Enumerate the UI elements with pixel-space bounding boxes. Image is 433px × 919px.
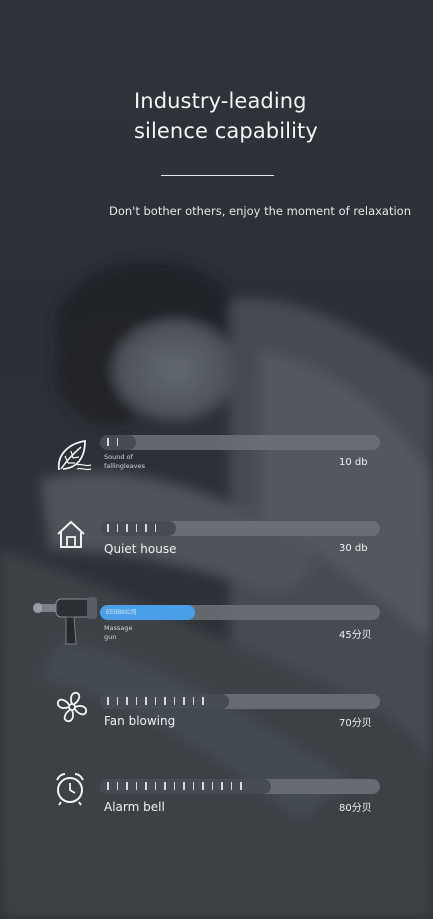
level-row-fan: Fan blowing 70分贝 xyxy=(0,688,433,748)
level-fill-fan xyxy=(100,694,229,709)
level-value-massage-gun: 45分贝 xyxy=(339,630,372,641)
headline: Industry-leading silence capability xyxy=(134,86,394,146)
level-value-alarm: 80分贝 xyxy=(339,803,372,814)
house-icon xyxy=(57,520,85,548)
headline-line-2: silence capability xyxy=(134,119,318,143)
level-row-alarm: Alarm bell 80分贝 xyxy=(0,772,433,832)
level-value-fan: 70分贝 xyxy=(339,718,372,729)
level-label-leaves: Sound of fallingleaves xyxy=(104,453,145,471)
level-label-alarm: Alarm bell xyxy=(104,800,165,814)
level-fill-house xyxy=(100,521,176,536)
level-label-leaves-line-1: Sound of xyxy=(104,453,133,461)
level-label-massage-gun-line-2: gun xyxy=(104,633,117,641)
level-bar-leaves xyxy=(100,435,380,450)
subline: Don't bother others, enjoy the moment of… xyxy=(109,204,412,218)
level-ticks xyxy=(107,438,118,447)
level-label-fan: Fan blowing xyxy=(104,714,176,728)
level-fill-alarm xyxy=(100,779,271,794)
level-label-house: Quiet house xyxy=(104,542,177,556)
headline-divider xyxy=(161,175,274,176)
level-fill-massage-gun: EE8B8公司 xyxy=(100,605,196,620)
page: Industry-leading silence capability Don'… xyxy=(0,0,433,919)
leaf-icon xyxy=(57,439,92,471)
level-bar-house xyxy=(100,521,380,536)
bar-inner-label: EE8B8公司 xyxy=(106,610,137,616)
massage-gun-icon xyxy=(33,597,97,645)
level-fill-leaves xyxy=(100,435,137,450)
level-ticks xyxy=(107,697,204,706)
level-label-massage-gun-line-1: Massage xyxy=(104,624,133,632)
level-label-leaves-line-2: fallingleaves xyxy=(104,462,145,470)
level-row-house: Quiet house 30 db xyxy=(0,520,433,580)
level-ticks xyxy=(107,782,242,791)
level-row-leaves: Sound of fallingleaves 10 db xyxy=(0,434,433,494)
level-bar-fan xyxy=(100,694,380,709)
level-value-leaves: 10 db xyxy=(339,457,368,468)
fan-icon xyxy=(56,691,88,723)
headline-line-1: Industry-leading xyxy=(134,89,307,113)
level-ticks xyxy=(107,524,156,533)
alarm-clock-icon xyxy=(56,773,84,806)
level-value-house: 30 db xyxy=(339,543,368,554)
level-bar-alarm xyxy=(100,779,380,794)
level-label-massage-gun: Massage gun xyxy=(104,624,132,642)
level-row-massage-gun: EE8B8公司 Massage gun 45分贝 xyxy=(0,594,433,654)
level-bar-massage-gun: EE8B8公司 xyxy=(100,605,380,620)
